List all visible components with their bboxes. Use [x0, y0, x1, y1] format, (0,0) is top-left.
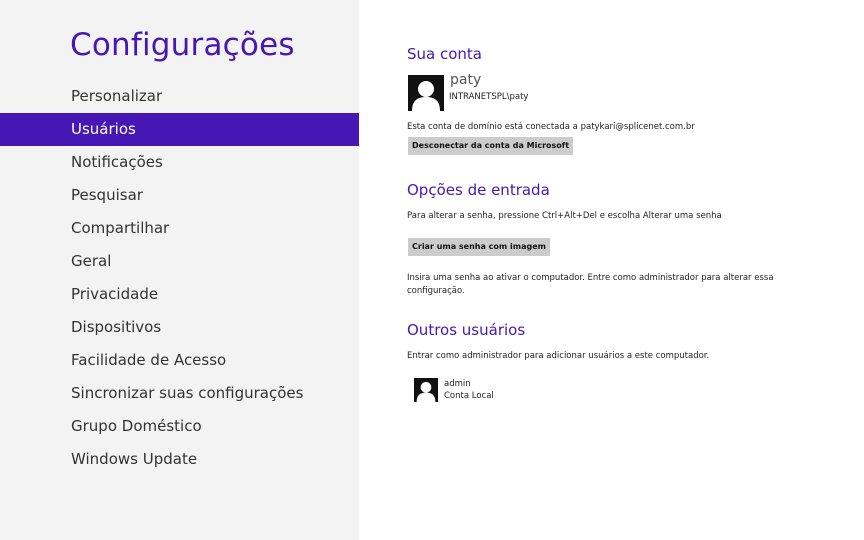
other-users-hint: Entrar como administrador para adicionar…: [407, 351, 710, 361]
nav-item-grupo-domestico[interactable]: Grupo Doméstico: [0, 410, 359, 443]
section-title-signin: Opções de entrada: [407, 181, 550, 199]
nav-item-dispositivos[interactable]: Dispositivos: [0, 311, 359, 344]
other-user-type: Conta Local: [444, 391, 494, 401]
user-silhouette-icon[interactable]: [414, 378, 438, 402]
nav-item-pesquisar[interactable]: Pesquisar: [0, 179, 359, 212]
avatar-silhouette-svg: [408, 75, 444, 111]
nav-item-usuarios[interactable]: Usuários: [0, 113, 359, 146]
sidebar-title: Configurações: [70, 27, 295, 63]
nav-item-windows-update[interactable]: Windows Update: [0, 443, 359, 476]
disconnect-microsoft-button[interactable]: Desconectar da conta da Microsoft: [408, 137, 574, 155]
section-title-other-users: Outros usuários: [407, 321, 526, 339]
account-username: paty: [450, 72, 482, 88]
nav-item-facilidade-de-acesso[interactable]: Facilidade de Acesso: [0, 344, 359, 377]
settings-sidebar: Configurações Personalizar Usuários Noti…: [0, 0, 359, 540]
section-title-account: Sua conta: [407, 45, 482, 63]
user-silhouette-icon: [408, 75, 444, 111]
signin-info-line1: Insira uma senha ao ativar o computador.…: [407, 273, 774, 283]
account-domain-user: INTRANETSPL\paty: [449, 92, 529, 102]
avatar-silhouette-svg: [414, 378, 438, 402]
signin-info-line2: configuração.: [407, 286, 465, 296]
picture-password-button[interactable]: Criar uma senha com imagem: [408, 238, 550, 256]
nav-item-privacidade[interactable]: Privacidade: [0, 278, 359, 311]
nav-item-notificacoes[interactable]: Notificações: [0, 146, 359, 179]
settings-nav: Personalizar Usuários Notificações Pesqu…: [0, 80, 359, 476]
users-settings-panel: Sua conta paty INTRANETSPL\paty Esta con…: [407, 0, 864, 540]
nav-item-compartilhar[interactable]: Compartilhar: [0, 212, 359, 245]
nav-item-geral[interactable]: Geral: [0, 245, 359, 278]
nav-item-sincronizar[interactable]: Sincronizar suas configurações: [0, 377, 359, 410]
account-connected-text: Esta conta de domínio está conectada a p…: [407, 122, 695, 132]
nav-item-personalizar[interactable]: Personalizar: [0, 80, 359, 113]
signin-password-hint: Para alterar a senha, pressione Ctrl+Alt…: [407, 211, 722, 221]
other-user-name[interactable]: admin: [444, 379, 471, 389]
